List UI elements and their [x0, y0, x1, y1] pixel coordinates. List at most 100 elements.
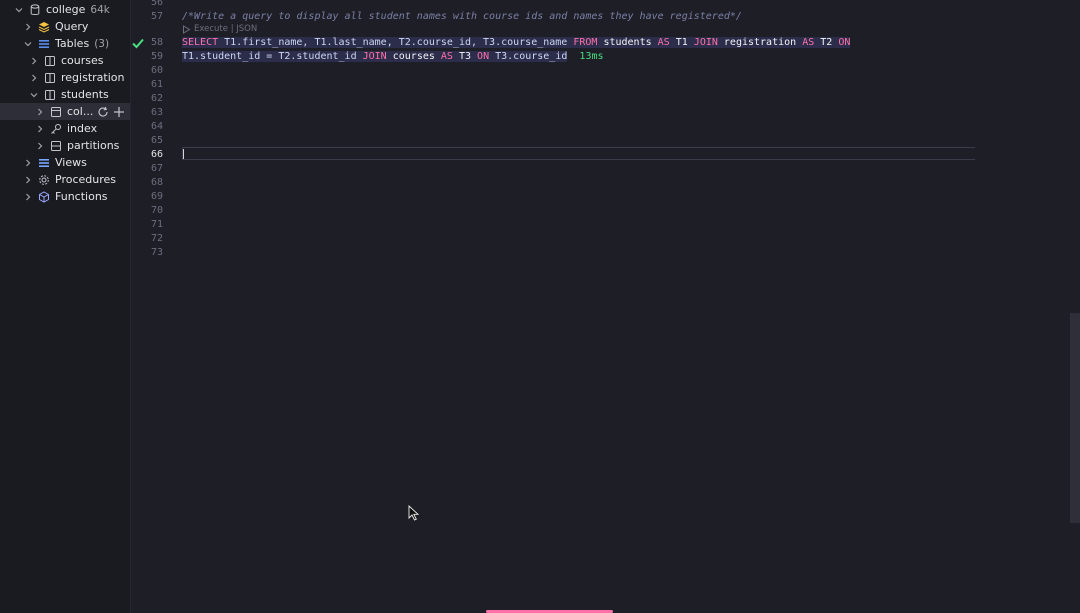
database-name: college	[46, 3, 86, 16]
tree-item-query[interactable]: Query	[0, 18, 130, 35]
chevron-right-icon[interactable]	[24, 176, 32, 184]
table-name: students	[61, 88, 109, 101]
tree-item-index[interactable]: index	[0, 120, 130, 137]
sql-identifiers: T1.student_id = T2.student_id	[182, 51, 363, 62]
code-line-59: T1.student_id = T2.student_id JOIN cours…	[182, 51, 604, 62]
gear-icon	[38, 174, 50, 186]
sql-keyword: ON	[838, 37, 851, 48]
sql-keyword: AS	[440, 51, 453, 62]
tables-list-icon	[38, 38, 50, 50]
tree-item-views[interactable]: Views	[0, 154, 130, 171]
sql-keyword: ON	[477, 51, 490, 62]
chevron-right-icon[interactable]	[36, 125, 44, 133]
line-number: 59	[150, 51, 163, 62]
columns-label: col...	[67, 105, 94, 118]
execution-time: 13ms	[579, 51, 604, 62]
partitions-label: partitions	[67, 139, 120, 152]
line-number: 63	[150, 107, 163, 118]
line-number: 60	[150, 65, 163, 76]
code-line-58: SELECT T1.first_name, T1.last_name, T2.c…	[182, 37, 851, 48]
code-comment: /*Write a query to display all student n…	[182, 11, 742, 22]
sql-table: registration	[717, 37, 803, 48]
chevron-down-icon[interactable]	[15, 6, 23, 14]
tree-item-procedures[interactable]: Procedures	[0, 171, 130, 188]
line-number: 62	[150, 93, 163, 104]
functions-label: Functions	[55, 190, 108, 203]
sql-identifiers: T3.course_id	[489, 51, 568, 62]
table-icon	[44, 89, 56, 101]
sql-alias: T3	[452, 51, 478, 62]
schema-sidebar: college 64k Query Tables (3) courses reg…	[0, 0, 131, 613]
chevron-right-icon[interactable]	[24, 159, 32, 167]
mouse-pointer-icon	[408, 505, 420, 521]
chevron-right-icon[interactable]	[36, 108, 44, 116]
tree-item-college[interactable]: college 64k	[0, 1, 130, 18]
codelens-execute[interactable]: Execute | JSON	[182, 24, 257, 34]
sql-keyword: AS	[657, 37, 670, 48]
chevron-right-icon[interactable]	[30, 57, 38, 65]
add-icon[interactable]	[113, 106, 125, 118]
tables-count: (3)	[94, 37, 110, 50]
table-icon	[44, 55, 56, 67]
sql-editor[interactable]: 56 57 58 59 60 61 62 63 64 65 66 67 68 6…	[131, 0, 1080, 613]
views-list-icon	[38, 157, 50, 169]
chevron-right-icon[interactable]	[24, 193, 32, 201]
partitions-icon	[50, 140, 62, 152]
sql-identifiers: T1.first_name, T1.last_name, T2.course_i…	[218, 37, 574, 48]
views-label: Views	[55, 156, 87, 169]
refresh-icon[interactable]	[97, 106, 109, 118]
tables-label: Tables	[55, 37, 90, 50]
line-number: 65	[150, 135, 163, 146]
tree-item-columns[interactable]: col...	[0, 103, 130, 120]
sql-keyword: JOIN	[362, 51, 387, 62]
line-number: 69	[150, 191, 163, 202]
line-number: 57	[150, 11, 163, 22]
columns-icon	[50, 106, 62, 118]
sql-alias: T1	[669, 37, 694, 48]
chevron-right-icon[interactable]	[36, 142, 44, 150]
codelens-label[interactable]: Execute | JSON	[194, 24, 257, 34]
database-icon	[29, 3, 41, 16]
chevron-right-icon[interactable]	[30, 74, 38, 82]
tree-item-functions[interactable]: Functions	[0, 188, 130, 205]
database-size: 64k	[90, 3, 110, 16]
play-icon	[183, 24, 191, 34]
sql-table: students	[597, 37, 658, 48]
line-number: 68	[150, 177, 163, 188]
query-label: Query	[55, 20, 89, 33]
procedures-label: Procedures	[55, 173, 116, 186]
line-number: 64	[150, 121, 163, 132]
sql-keyword: AS	[802, 37, 815, 48]
chevron-down-icon[interactable]	[24, 40, 32, 48]
line-number: 71	[150, 219, 163, 230]
query-stack-icon	[38, 21, 50, 33]
cube-icon	[38, 190, 50, 203]
sql-keyword: SELECT	[182, 37, 219, 48]
index-label: index	[67, 122, 98, 135]
success-check-icon	[132, 38, 144, 49]
line-number: 73	[150, 247, 163, 258]
sql-alias: T2	[814, 37, 839, 48]
line-number: 72	[150, 233, 163, 244]
line-number: 61	[150, 79, 163, 90]
line-number-active: 66	[150, 149, 163, 160]
line-number: 67	[150, 163, 163, 174]
key-icon	[50, 123, 62, 135]
sql-keyword: JOIN	[693, 37, 718, 48]
line-number: 56	[150, 0, 163, 8]
line-number: 70	[150, 205, 163, 216]
sql-table: courses	[386, 51, 441, 62]
sql-keyword: FROM	[573, 37, 598, 48]
text-caret	[183, 149, 184, 159]
tree-item-partitions[interactable]: partitions	[0, 137, 130, 154]
table-name: courses	[61, 54, 104, 67]
tree-item-table-courses[interactable]: courses	[0, 52, 130, 69]
table-icon	[44, 72, 56, 84]
tree-item-table-students[interactable]: students	[0, 86, 130, 103]
chevron-right-icon[interactable]	[24, 23, 32, 31]
vertical-scrollbar[interactable]	[1070, 313, 1080, 523]
tree-item-table-registration[interactable]: registration	[0, 69, 130, 86]
chevron-down-icon[interactable]	[30, 91, 38, 99]
active-line-highlight	[182, 147, 975, 160]
tree-item-tables[interactable]: Tables (3)	[0, 35, 130, 52]
